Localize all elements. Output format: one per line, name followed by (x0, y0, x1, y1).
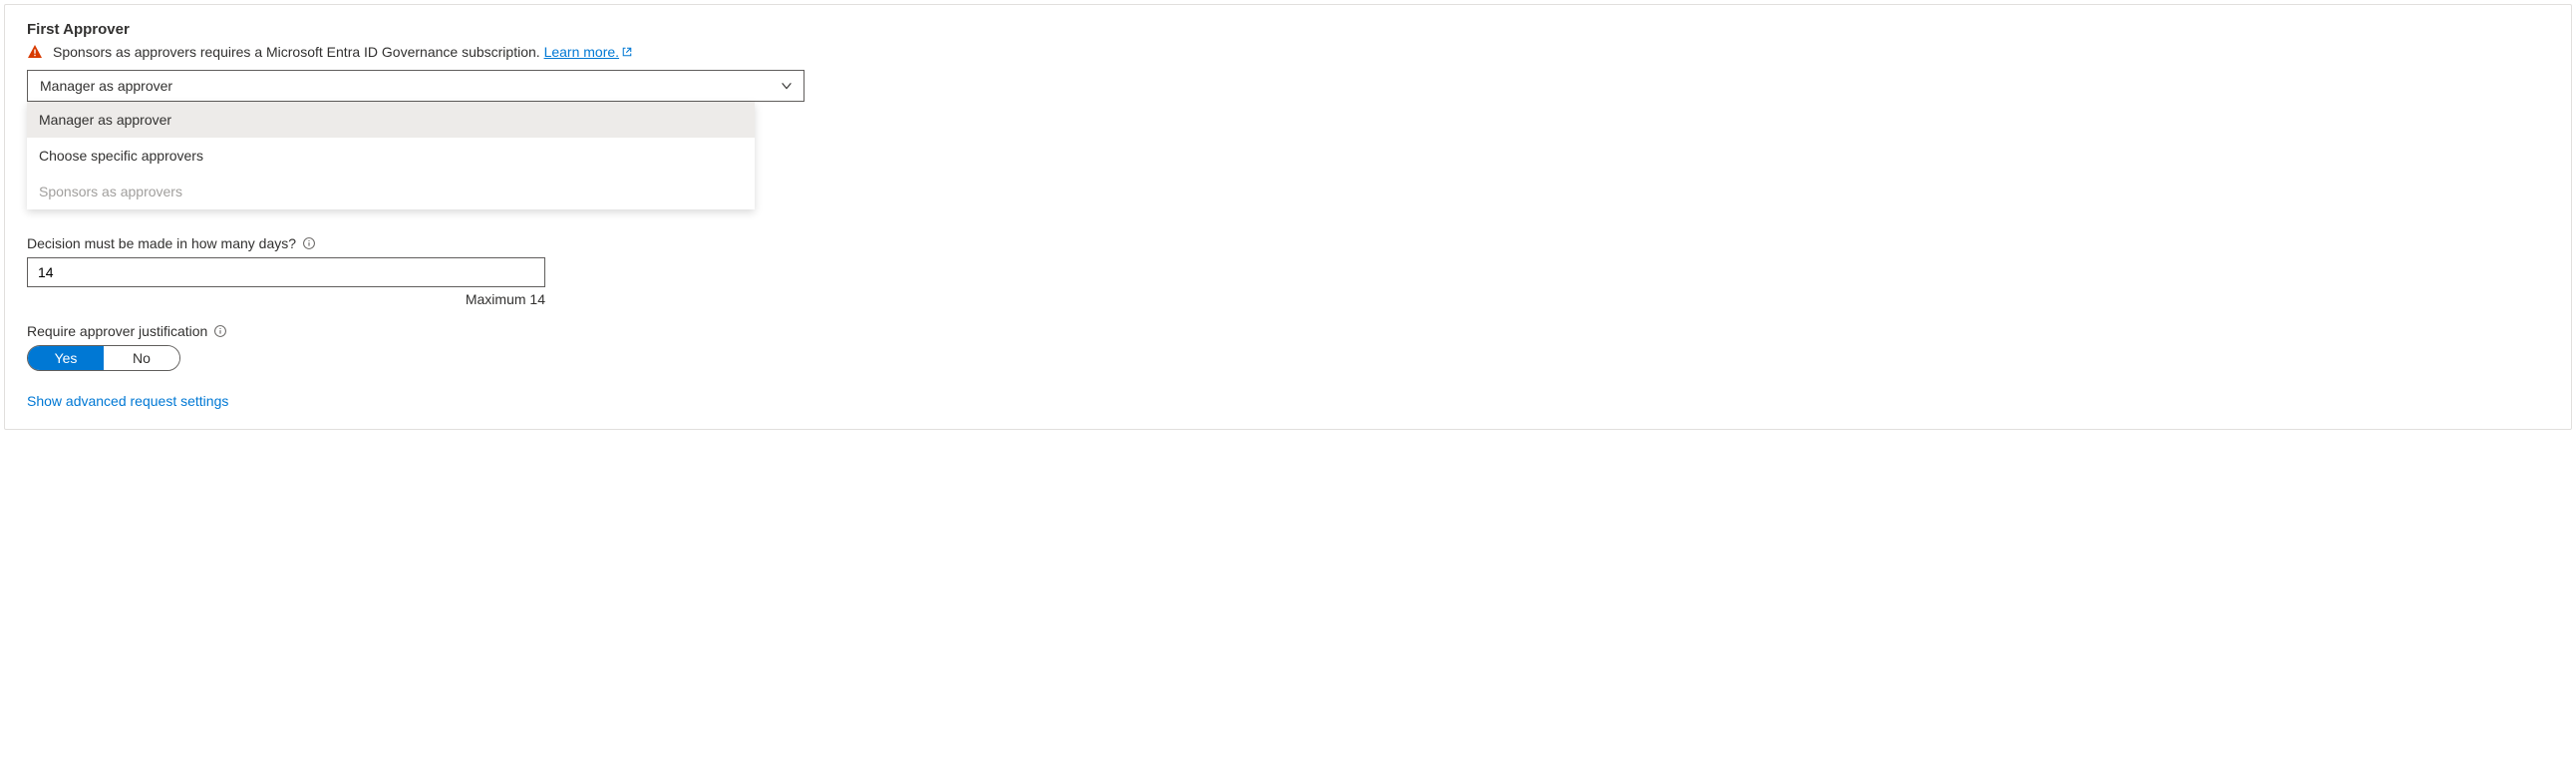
dropdown-option-specific[interactable]: Choose specific approvers (27, 138, 755, 174)
approver-dropdown[interactable]: Manager as approver Manager as approver … (27, 70, 805, 102)
require-justification-label: Require approver justification (27, 323, 207, 339)
toggle-yes[interactable]: Yes (28, 346, 104, 370)
approver-dropdown-selected: Manager as approver (40, 78, 172, 94)
require-justification-field: Require approver justification Yes No (27, 323, 2549, 371)
justification-toggle[interactable]: Yes No (27, 345, 180, 371)
section-title: First Approver (27, 21, 2549, 38)
approver-dropdown-button[interactable]: Manager as approver (27, 70, 805, 102)
first-approver-panel: First Approver Sponsors as approvers req… (4, 4, 2572, 430)
decision-days-field: Decision must be made in how many days? … (27, 235, 2549, 307)
decision-days-label: Decision must be made in how many days? (27, 235, 296, 251)
chevron-down-icon (780, 79, 794, 93)
toggle-no[interactable]: No (104, 346, 179, 370)
warning-message-text: Sponsors as approvers requires a Microso… (53, 44, 540, 60)
info-icon[interactable] (302, 236, 316, 250)
decision-days-input[interactable] (27, 257, 545, 287)
warning-text: Sponsors as approvers requires a Microso… (53, 44, 633, 60)
warning-row: Sponsors as approvers requires a Microso… (27, 44, 2549, 60)
show-advanced-link[interactable]: Show advanced request settings (27, 393, 228, 409)
learn-more-link[interactable]: Learn more. (544, 44, 633, 60)
approver-dropdown-list: Manager as approver Choose specific appr… (27, 102, 755, 209)
warning-icon (27, 44, 43, 60)
dropdown-option-manager[interactable]: Manager as approver (27, 102, 755, 138)
dropdown-option-sponsors: Sponsors as approvers (27, 174, 755, 209)
info-icon[interactable] (213, 324, 227, 338)
learn-more-text: Learn more. (544, 44, 619, 60)
decision-days-helper: Maximum 14 (27, 291, 545, 307)
external-link-icon (621, 46, 633, 58)
